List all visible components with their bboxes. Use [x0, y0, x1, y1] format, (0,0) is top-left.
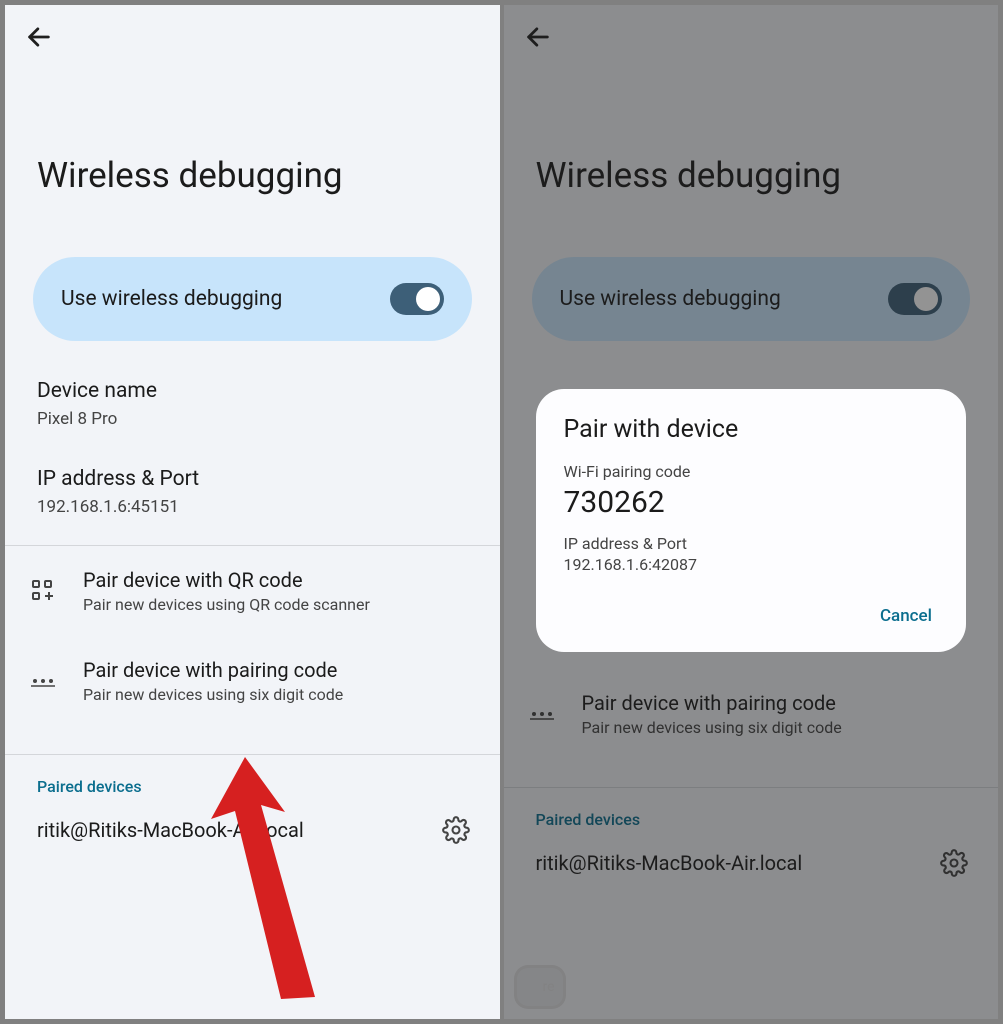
ip-port-value: 192.168.1.6:45151 [37, 497, 468, 517]
modal-overlay[interactable]: Pair with device Wi-Fi pairing code 7302… [504, 5, 999, 1019]
back-arrow-icon[interactable] [25, 23, 53, 51]
ip-port-label: IP address & Port [37, 467, 468, 491]
cancel-button[interactable]: Cancel [874, 600, 938, 632]
wireless-debugging-toggle-card[interactable]: Use wireless debugging [33, 257, 472, 341]
toggle-label: Use wireless debugging [61, 287, 282, 311]
pair-dialog: Pair with device Wi-Fi pairing code 7302… [536, 389, 967, 652]
dialog-ip-value: 192.168.1.6:42087 [564, 555, 939, 574]
gear-icon[interactable] [442, 816, 470, 844]
device-name-block: Device name Pixel 8 Pro [5, 379, 500, 429]
switch-knob [416, 287, 440, 311]
dialog-ip-label: IP address & Port [564, 534, 939, 553]
qr-icon [31, 579, 55, 603]
left-screenshot: Wireless debugging Use wireless debuggin… [0, 0, 502, 1024]
ip-port-block: IP address & Port 192.168.1.6:45151 [5, 467, 500, 517]
dialog-code-value: 730262 [564, 485, 939, 520]
paired-devices-label: Paired devices [5, 755, 500, 810]
code-dots-icon [31, 675, 55, 687]
page-title: Wireless debugging [5, 55, 500, 257]
pair-code-row[interactable]: Pair device with pairing code Pair new d… [5, 636, 500, 726]
pair-qr-subtitle: Pair new devices using QR code scanner [83, 595, 488, 614]
device-name-value: Pixel 8 Pro [37, 409, 468, 429]
pair-qr-title: Pair device with QR code [83, 568, 488, 592]
pair-code-title: Pair device with pairing code [83, 658, 488, 682]
pair-code-subtitle: Pair new devices using six digit code [83, 685, 488, 704]
toggle-switch[interactable] [390, 283, 444, 315]
dialog-title: Pair with device [564, 415, 939, 444]
pair-qr-row[interactable]: Pair device with QR code Pair new device… [5, 546, 500, 636]
paired-device-name: ritik@Ritiks-MacBook-Air.local [37, 818, 304, 842]
device-name-label: Device name [37, 379, 468, 403]
right-screenshot: Wireless debugging Use wireless debuggin… [502, 0, 1003, 1024]
paired-device-row[interactable]: ritik@Ritiks-MacBook-Air.local [5, 810, 500, 862]
dialog-code-label: Wi-Fi pairing code [564, 462, 939, 481]
